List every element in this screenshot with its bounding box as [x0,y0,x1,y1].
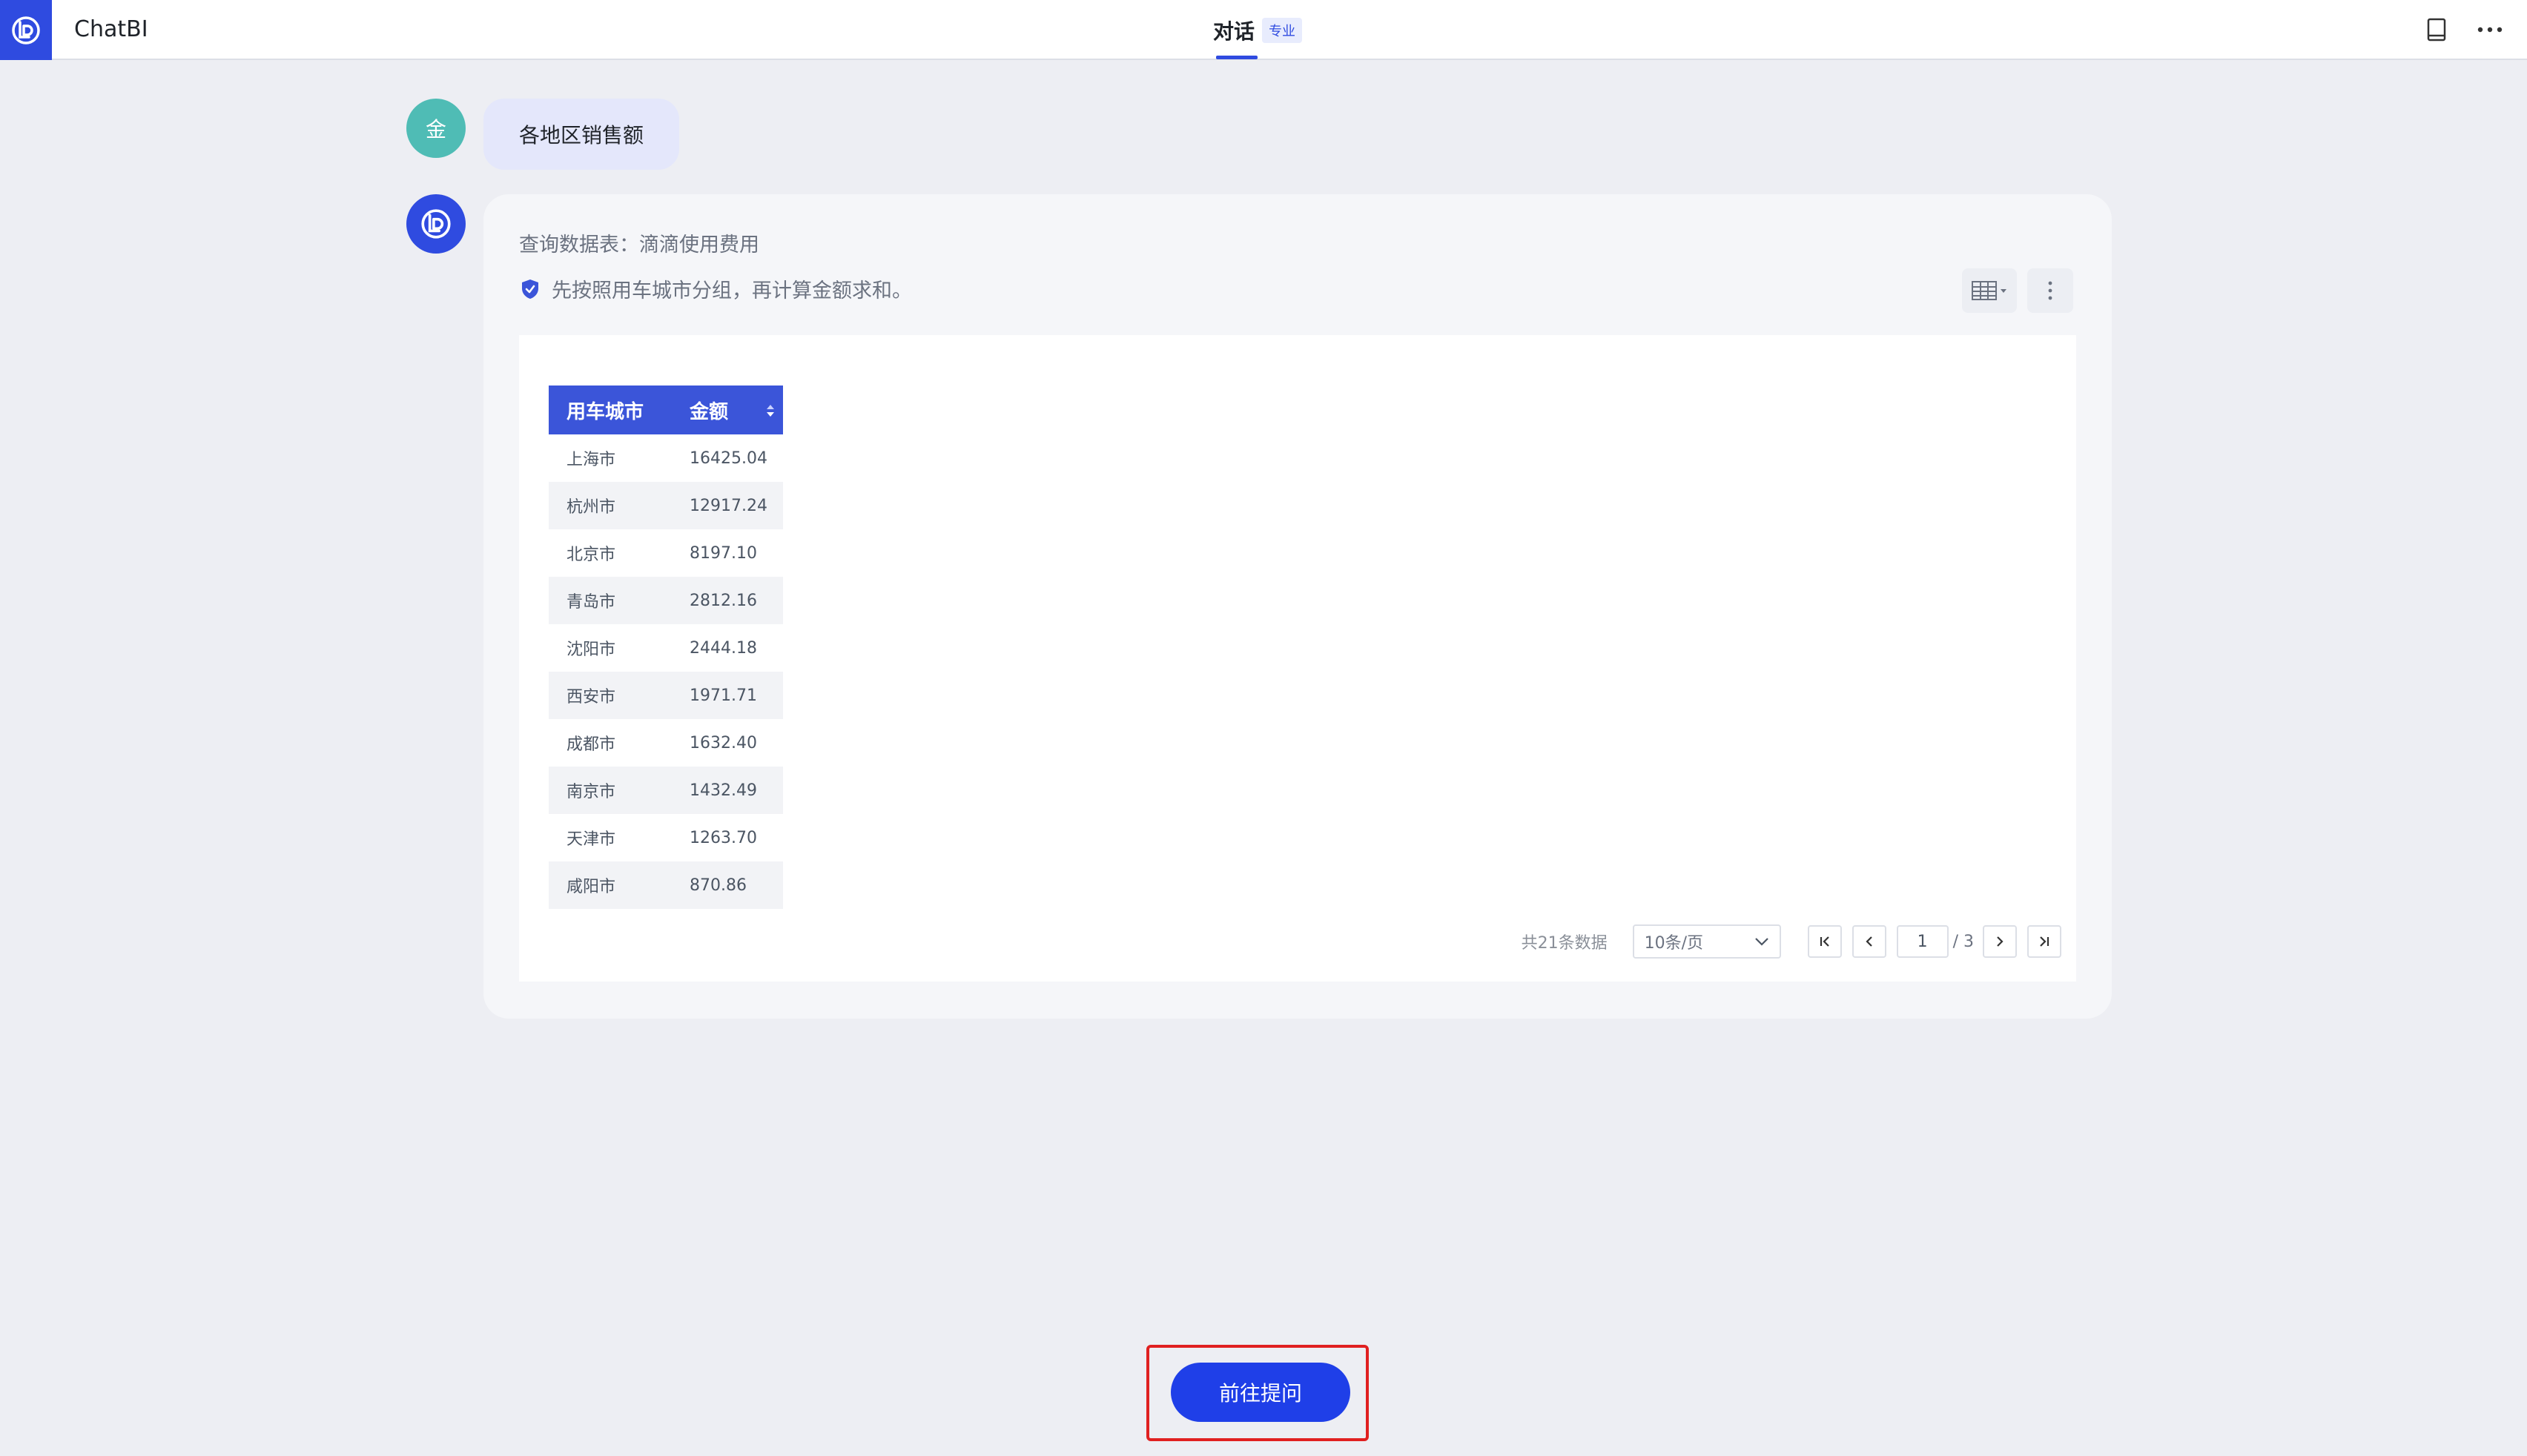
table-row: 北京市 8197.10 [549,529,783,577]
column-header-amount-label: 金额 [690,400,729,423]
shield-check-icon [519,278,541,300]
pagination: 共21条数据 10条/页 1 / 3 [1521,924,2061,959]
table-row: 西安市 1971.71 [549,672,783,719]
cell-amount: 870.86 [672,861,783,909]
result-table-panel: 用车城市 金额 上海市 16425.04 杭州市 12917.24 北京市 8197.10… [519,335,2076,982]
cell-amount: 8197.10 [690,543,757,563]
prev-page-button[interactable] [1852,925,1886,958]
go-ask-button[interactable]: 前往提问 [1171,1363,1350,1422]
cell-city: 南京市 [549,767,672,814]
last-page-button[interactable] [2027,925,2061,958]
bot-logo-icon [421,209,451,239]
chevron-right-icon [1997,936,2004,947]
cell-city: 天津市 [566,830,616,849]
table-row: 杭州市 12917.24 [549,482,783,529]
cell-city: 青岛市 [549,577,672,624]
page-size-select[interactable]: 10条/页 [1632,924,1781,959]
tab-label: 对话 [1213,19,1255,44]
more-vertical-icon [2048,281,2052,300]
user-avatar: 金 [406,99,466,158]
book-button[interactable] [2420,13,2453,46]
answer-card: 查询数据表：滴滴使用费用 先按照用车城市分组，再计算金额求和。 用车城市 金额 … [483,194,2112,1019]
page-count: / 3 [1952,932,1974,951]
user-message-bubble: 各地区销售额 [483,99,679,170]
cell-city: 杭州市 [549,482,672,529]
more-horizontal-icon [2477,27,2503,33]
cell-amount: 1432.49 [672,767,783,814]
next-page-button[interactable] [1983,925,2017,958]
pagination-total: 共21条数据 [1521,934,1608,953]
cell-amount: 16425.04 [690,449,767,468]
table-row: 天津市 1263.70 [549,814,783,861]
cell-city: 上海市 [566,451,616,469]
cell-amount: 12917.24 [672,482,783,529]
cell-city: 咸阳市 [549,861,672,909]
last-page-icon [2040,936,2049,947]
cell-city: 西安市 [549,672,672,719]
bot-avatar [406,194,466,254]
reasoning-step: 先按照用车城市分组，再计算金额求和。 [519,274,912,303]
table-row: 沈阳市 2444.18 [549,624,783,672]
tab-active-indicator [1216,56,1258,59]
cell-amount: 1971.71 [672,672,783,719]
table-row: 青岛市 2812.16 [549,577,783,624]
table-view-icon [1972,281,2006,300]
table-row: 成都市 1632.40 [549,719,783,767]
table-body: 上海市 16425.04 杭州市 12917.24 北京市 8197.10 青岛市 2812.… [549,434,783,909]
first-page-icon [1820,936,1829,947]
more-menu-button[interactable] [2474,13,2506,46]
first-page-button[interactable] [1807,925,1842,958]
page-size-value: 10条/页 [1644,934,1704,953]
chevron-left-icon [1866,936,1872,947]
chart-type-switch-button[interactable] [1962,268,2017,313]
sort-icon[interactable] [765,402,776,420]
table-row: 南京市 1432.49 [549,767,783,814]
cell-amount: 1632.40 [690,733,757,752]
column-header-amount[interactable]: 金额 [672,385,783,434]
tab-chat[interactable]: 对话 专业 [1213,0,1303,60]
app-title: ChatBI [74,16,148,42]
column-header-city[interactable]: 用车城市 [549,385,672,434]
table-row: 上海市 16425.04 [549,434,783,482]
answer-more-button[interactable] [2027,268,2073,313]
result-table: 用车城市 金额 上海市 16425.04 杭州市 12917.24 北京市 8197.10… [549,385,783,909]
pro-badge: 专业 [1262,17,1303,43]
cell-amount: 2444.18 [690,638,757,658]
cell-city: 沈阳市 [566,641,616,659]
app-logo-icon [12,16,40,44]
table-row: 咸阳市 870.86 [549,861,783,909]
cell-amount: 2812.16 [672,577,783,624]
query-source-text: 查询数据表：滴滴使用费用 [519,234,759,257]
cell-city: 北京市 [566,546,616,564]
page-number-input[interactable]: 1 [1896,925,1949,958]
cell-city: 成都市 [566,735,616,754]
book-icon [2427,18,2446,42]
reasoning-step-text: 先按照用车城市分组，再计算金额求和。 [552,279,912,302]
top-bar: ChatBI 对话 专业 [0,0,2527,60]
table-header-row: 用车城市 金额 [549,385,783,434]
chevron-down-icon [1754,938,1768,946]
cell-amount: 1263.70 [690,828,757,847]
app-logo[interactable] [0,0,52,60]
